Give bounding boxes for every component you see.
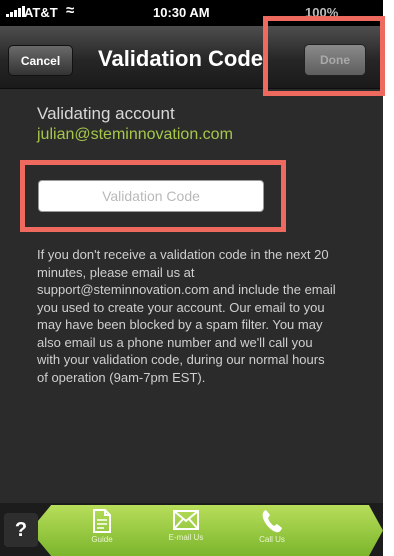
signal-strength-icon [6, 6, 25, 17]
document-icon [93, 509, 111, 533]
wifi-icon: ≈ [66, 2, 75, 19]
tab-call-us[interactable]: Call Us [240, 507, 304, 555]
help-text: If you don't receive a validation code i… [37, 247, 336, 385]
carrier-name: AT&T [24, 5, 58, 20]
page-title: Validation Code [98, 46, 264, 71]
tab-email-us[interactable]: E-mail Us [154, 507, 218, 555]
help-button[interactable]: ? [4, 513, 38, 547]
phone-icon [262, 510, 282, 533]
tab-guide-label: Guide [91, 535, 113, 544]
done-button-highlight [263, 16, 385, 96]
tab-email-label: E-mail Us [168, 533, 204, 542]
cancel-button[interactable]: Cancel [8, 45, 73, 76]
main-content: Validating account julian@steminnovation… [0, 88, 383, 500]
tab-guide[interactable]: Guide [70, 507, 134, 555]
envelope-icon [173, 510, 199, 530]
code-field-highlight [20, 160, 286, 232]
status-time: 10:30 AM [153, 5, 210, 20]
validating-label: Validating account [37, 104, 175, 123]
account-email: julian@steminnovation.com [37, 126, 233, 143]
tab-bar: ? Guide E-mail Us Call Us [0, 503, 383, 556]
tab-call-label: Call Us [259, 535, 285, 544]
